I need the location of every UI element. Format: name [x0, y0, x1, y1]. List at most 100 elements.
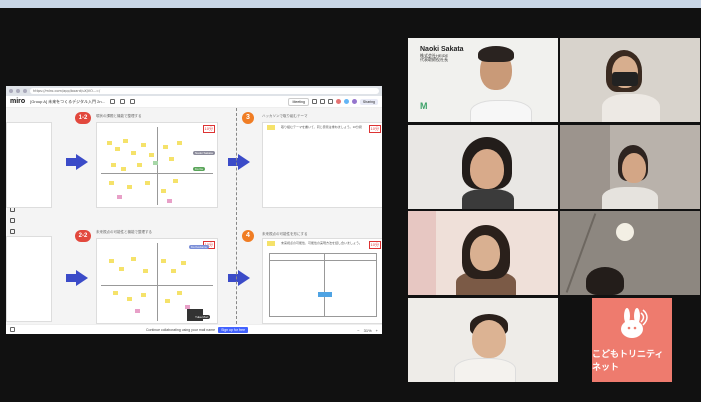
ceiling-light: [616, 223, 634, 241]
timer-tag: 10分: [202, 125, 215, 133]
sticky-note[interactable]: [171, 269, 176, 273]
signup-button[interactable]: Sign up for free: [218, 327, 249, 333]
sticky-note[interactable]: [318, 292, 332, 297]
sticky-note[interactable]: [123, 139, 128, 143]
board-canvas[interactable]: 1-2 現状の課題と機能で整理する 10分 Naoki Sakata Ko It…: [6, 108, 382, 324]
sticky-note[interactable]: [131, 257, 136, 261]
frame-tool-icon[interactable]: [10, 218, 15, 223]
cursor-label: Naoki Sakata: [193, 151, 215, 155]
zoom-controls: − 31% +: [357, 328, 378, 333]
sticky-note[interactable]: [127, 297, 132, 301]
video-tile-participant[interactable]: [408, 298, 558, 382]
sticky-note[interactable]: [153, 161, 158, 165]
video-tile-participant[interactable]: [560, 125, 700, 209]
step-badge-4: 4: [242, 230, 254, 242]
sticky-note[interactable]: [131, 151, 136, 155]
avatar[interactable]: [351, 99, 357, 104]
sticky-note[interactable]: [149, 153, 154, 157]
sticky-note[interactable]: [145, 181, 150, 185]
sticky-note[interactable]: [127, 185, 132, 189]
video-tile-participant[interactable]: [408, 211, 558, 295]
sticky-note[interactable]: [181, 261, 186, 265]
sticky-note[interactable]: [267, 125, 275, 130]
sticky-note[interactable]: [141, 293, 146, 297]
frame-instruction: 未来視点の可能性、可能性の実現方法を話し合いましょう。: [281, 241, 362, 245]
sticky-note[interactable]: [121, 167, 126, 171]
frame-partial-bottom[interactable]: [6, 236, 52, 322]
avatar[interactable]: [343, 99, 349, 104]
timer-tag: 10分: [368, 241, 381, 249]
sticky-note[interactable]: [109, 259, 114, 263]
zoom-in-icon[interactable]: +: [376, 328, 378, 333]
frame-2-2[interactable]: 10分 Ko Kodoma Yuka Mori: [96, 238, 218, 324]
video-tile-participant[interactable]: [560, 211, 700, 295]
address-bar[interactable]: https://miro.com/app/board/uXjVO...=/: [30, 88, 379, 94]
person-hair: [586, 267, 624, 295]
sticky-note[interactable]: [117, 195, 122, 199]
participant-role: 代表取締役社長: [420, 57, 448, 63]
reload-icon[interactable]: [23, 89, 27, 93]
sticky-note[interactable]: [109, 181, 114, 185]
sticky-note[interactable]: [163, 145, 168, 149]
sticky-note[interactable]: [107, 141, 112, 145]
collab-text: Continue collaborating using your mail n…: [146, 328, 216, 332]
video-tile-participant[interactable]: [560, 38, 700, 122]
settings-icon[interactable]: [109, 99, 115, 104]
video-tile-participant[interactable]: [408, 125, 558, 209]
sticky-note[interactable]: [173, 179, 178, 183]
person-head: [622, 153, 646, 183]
reaction-icon[interactable]: [327, 99, 333, 104]
frame-1-2[interactable]: 10分 Naoki Sakata Ko Ita: [96, 122, 218, 208]
sticky-note[interactable]: [143, 269, 148, 273]
frame-partial-top[interactable]: [6, 122, 52, 208]
search-icon[interactable]: [129, 99, 135, 104]
timer-tag: 10分: [368, 125, 381, 133]
upload-icon[interactable]: [119, 99, 125, 104]
zoom-out-icon[interactable]: −: [357, 328, 359, 333]
sticky-note[interactable]: [135, 309, 140, 313]
panel-toggle-icon[interactable]: [10, 327, 15, 332]
frame-3[interactable]: 10分 取り組むテーマを書いて、同じ意見は重ねましょう。10分間: [262, 122, 382, 208]
sticky-note[interactable]: [177, 141, 182, 145]
zoom-level[interactable]: 31%: [364, 328, 372, 333]
sticky-note[interactable]: [137, 163, 142, 167]
top-strip: [0, 0, 701, 8]
sticky-note[interactable]: [267, 241, 275, 246]
org-logo-card: こどもトリニティネット: [592, 298, 672, 382]
timer-icon[interactable]: [319, 99, 325, 104]
sticky-note[interactable]: [167, 199, 172, 203]
frame-title: 未来視点の可能性を形にする: [262, 232, 308, 236]
arrow-right-icon: [228, 154, 250, 170]
two-column-table[interactable]: [269, 253, 377, 317]
arrow-right-icon: [66, 270, 88, 286]
back-icon[interactable]: [9, 89, 13, 93]
sticky-note[interactable]: [119, 267, 124, 271]
miro-logo[interactable]: miro: [10, 98, 25, 105]
sticky-note[interactable]: [115, 147, 120, 151]
table-divider: [324, 254, 325, 316]
frame-4[interactable]: 10分 未来視点の可能性、可能性の実現方法を話し合いましょう。: [262, 238, 382, 324]
sticky-note[interactable]: [141, 143, 146, 147]
frame-title: 現状の課題と機能で整理する: [96, 114, 142, 118]
video-tile-active-speaker[interactable]: Naoki Sakata 株式会社HEIDE 代表取締役社長 M: [408, 38, 558, 122]
person-body: [602, 187, 658, 209]
comment-icon[interactable]: [311, 99, 317, 104]
frame-title: 未来視点の可能性と機能で整理する: [96, 230, 152, 234]
meeting-button[interactable]: Meeting: [288, 97, 309, 106]
person-body: [454, 358, 516, 382]
sticky-note[interactable]: [161, 189, 166, 193]
sticky-note[interactable]: [165, 299, 170, 303]
sticky-note[interactable]: [177, 291, 182, 295]
share-button[interactable]: Sharing: [359, 98, 378, 105]
more-tools-icon[interactable]: [10, 229, 15, 234]
arrow-right-icon: [66, 154, 88, 170]
forward-icon[interactable]: [16, 89, 20, 93]
board-footer: Continue collaborating using your mail n…: [6, 324, 382, 334]
avatar[interactable]: [335, 99, 341, 104]
sticky-note[interactable]: [113, 291, 118, 295]
board-name[interactable]: [Group A] 未来をつくるデジタル入門 2n...: [30, 99, 105, 105]
sticky-note[interactable]: [161, 259, 166, 263]
sticky-note[interactable]: [169, 157, 174, 161]
video-tile-logo[interactable]: こどもトリニティネット: [592, 298, 672, 382]
sticky-note[interactable]: [111, 163, 116, 167]
